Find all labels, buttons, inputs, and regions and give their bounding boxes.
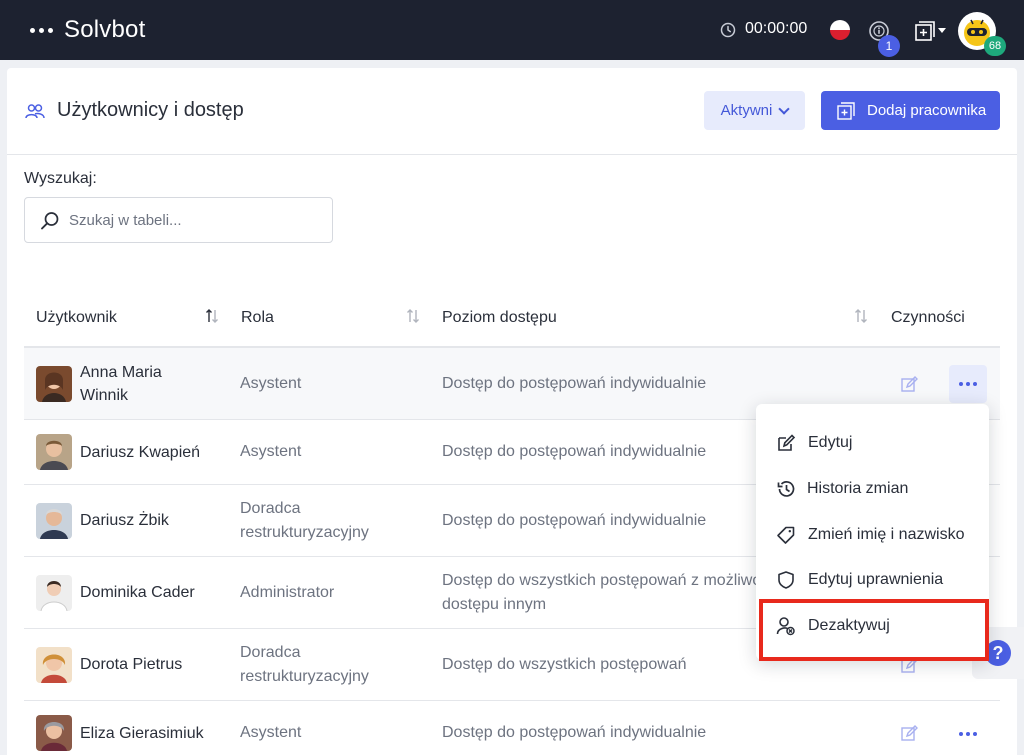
menu-item-rename[interactable]: Zmień imię i nazwisko — [756, 515, 989, 555]
user-role: Asystent — [240, 724, 302, 741]
users-icon — [25, 104, 45, 119]
page-title: Użytkownicy i dostęp — [57, 99, 244, 121]
page-header: Użytkownicy i dostęp Aktywni Dodaj praco… — [7, 68, 1017, 155]
menu-item-history[interactable]: Historia zmian — [756, 469, 989, 509]
user-role: Doradca restrukturyzacyjny — [240, 500, 369, 541]
bot-count-badge: 68 — [984, 36, 1006, 56]
add-window-icon — [837, 101, 855, 120]
user-access: Dostęp do postępowań indywidualnie — [442, 375, 707, 392]
sort-icon[interactable] — [406, 308, 420, 324]
polish-flag-icon[interactable] — [830, 20, 850, 40]
add-employee-button[interactable]: Dodaj pracownika — [821, 91, 1000, 130]
user-name[interactable]: Dariusz Żbik — [80, 509, 210, 532]
sort-ascending-icon[interactable] — [205, 308, 219, 324]
row-actions-button[interactable] — [949, 715, 987, 753]
search-field[interactable] — [24, 197, 333, 243]
status-filter-dropdown[interactable]: Aktywni — [704, 91, 805, 130]
menu-item-label: Zmień imię i nazwisko — [808, 526, 965, 543]
menu-item-permissions[interactable]: Edytuj uprawnienia — [756, 560, 989, 600]
chevron-down-icon[interactable] — [938, 28, 946, 33]
edit-icon[interactable] — [901, 376, 918, 393]
edit-icon[interactable] — [901, 725, 918, 742]
add-employee-label: Dodaj pracownika — [867, 102, 987, 119]
shield-icon — [778, 571, 794, 589]
avatar — [36, 366, 72, 402]
user-access: Dostęp do postępowań indywidualnie — [442, 512, 707, 529]
avatar — [36, 647, 72, 683]
column-header-actions: Czynności — [891, 309, 965, 326]
avatar — [36, 503, 72, 539]
menu-item-edit[interactable]: Edytuj — [756, 423, 989, 463]
notification-count-badge: 1 — [878, 35, 900, 57]
row-actions-button[interactable] — [949, 365, 987, 403]
user-name[interactable]: Dorota Pietrus — [80, 653, 210, 676]
timer-readout[interactable]: 00:00:00 — [745, 20, 807, 38]
highlight-annotation — [759, 599, 989, 661]
user-name[interactable]: Dominika Cader — [80, 581, 240, 604]
avatar — [36, 575, 72, 611]
column-header-user[interactable]: Użytkownik — [36, 309, 117, 327]
menu-item-label: Edytuj — [808, 434, 853, 451]
tag-icon — [777, 526, 795, 544]
search-input[interactable] — [69, 208, 319, 232]
user-name[interactable]: Eliza Gierasimiuk — [80, 722, 240, 745]
timer-icon[interactable] — [720, 22, 736, 38]
user-access: Dostęp do wszystkich postępowań z możliw… — [442, 572, 762, 613]
user-access: Dostęp do postępowań indywidualnie — [442, 443, 707, 460]
status-filter-label: Aktywni — [720, 102, 773, 119]
menu-item-label: Historia zmian — [807, 480, 909, 497]
pencil-icon — [778, 434, 796, 451]
user-access: Dostęp do wszystkich postępowań — [442, 656, 687, 673]
user-access: Dostęp do postępowań indywidualnie — [442, 724, 707, 741]
add-window-icon[interactable] — [914, 20, 936, 42]
top-bar: Solvbot 00:00:00 1 68 — [0, 0, 1024, 60]
user-role: Doradca restrukturyzacyjny — [240, 644, 369, 685]
user-role: Asystent — [240, 375, 302, 392]
menu-item-label: Edytuj uprawnienia — [808, 571, 944, 588]
app-name[interactable]: Solvbot — [64, 16, 145, 44]
search-icon — [41, 212, 59, 230]
user-name[interactable]: Dariusz Kwapień — [80, 441, 240, 464]
column-header-access[interactable]: Poziom dostępu — [442, 309, 557, 327]
search-label: Wyszukaj: — [24, 170, 97, 187]
column-header-role[interactable]: Rola — [241, 309, 274, 327]
user-role: Administrator — [240, 584, 335, 601]
user-role: Asystent — [240, 443, 302, 460]
user-name[interactable]: Anna Maria Winnik — [80, 361, 210, 407]
avatar — [36, 715, 72, 751]
sort-icon[interactable] — [854, 308, 868, 324]
history-icon — [777, 481, 795, 497]
chevron-down-icon — [778, 102, 791, 115]
menu-dots-icon[interactable] — [30, 28, 53, 33]
table-row[interactable]: Eliza Gierasimiuk Asystent Dostęp do pos… — [24, 701, 1000, 755]
avatar — [36, 434, 72, 470]
